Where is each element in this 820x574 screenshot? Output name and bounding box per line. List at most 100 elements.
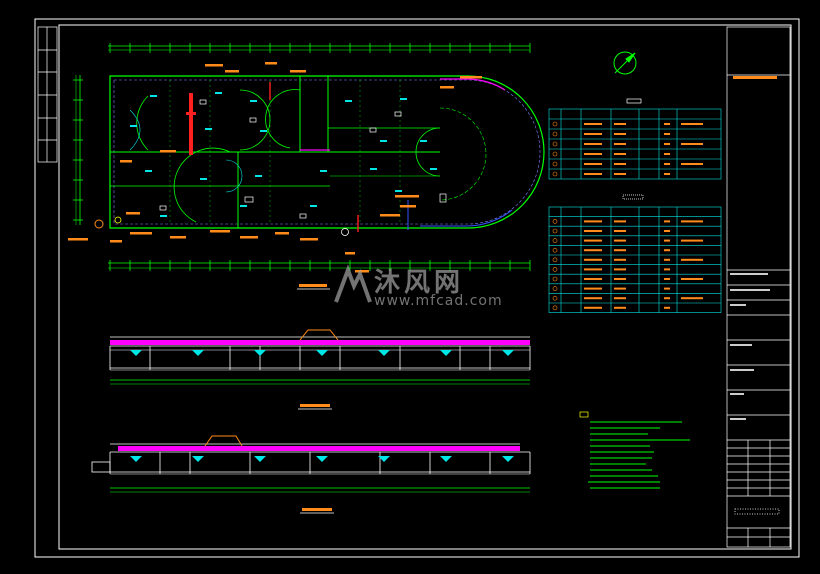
legend-cell-text [664, 239, 670, 242]
legend-cell-text [584, 133, 602, 135]
legend-cell-text [614, 268, 626, 271]
legend-cell-text [614, 258, 626, 261]
sprinkler-drop [254, 350, 266, 356]
legend-cell-text [584, 297, 602, 300]
legend-cell-text [584, 153, 602, 155]
sprinkler-mark [160, 215, 167, 217]
sprinkler-mark [205, 128, 212, 130]
sprinkler-mark [260, 130, 267, 132]
legend-cell-text [584, 278, 602, 280]
legend-cell-text [614, 133, 626, 135]
legend-symbol [552, 238, 558, 243]
legend-cell-text [681, 143, 703, 145]
legend-symbol [552, 171, 558, 177]
sprinkler-mark [130, 125, 137, 127]
legend-cell-text [584, 258, 602, 261]
plan-annotation-tag [170, 236, 186, 239]
sprinkler-drop [254, 456, 266, 462]
legend-cell-text [614, 239, 626, 242]
sprinkler-drop [130, 350, 142, 356]
plan-annotation-tag [345, 252, 355, 255]
plan-annotation-tag [265, 62, 277, 65]
legend-cell-text [664, 153, 670, 155]
sprinkler-mark [240, 205, 247, 207]
sprinkler-mark [420, 140, 427, 142]
legend-cell-text [664, 220, 670, 223]
legend-cell-text [681, 163, 703, 165]
plan-annotation-tag [110, 240, 122, 243]
legend-symbol [552, 121, 558, 127]
legend-cell-text [584, 230, 602, 232]
legend-symbol [552, 247, 558, 253]
sprinkler-mark [380, 140, 387, 142]
legend-cell-text [614, 306, 626, 309]
sprinkler-drop [192, 350, 204, 356]
legend-symbol [552, 257, 558, 263]
plan-annotation-tag [126, 212, 140, 215]
plan-annotation-tag [210, 230, 230, 233]
plan-annotation-tag [355, 270, 369, 273]
legend-cell-text [584, 268, 602, 271]
legend-cell-text [614, 123, 626, 125]
plan-annotation-tag [395, 195, 419, 198]
left-binding-strip [37, 26, 58, 163]
plan-annotation-tag [205, 64, 223, 67]
plan-annotation-tag [160, 150, 176, 153]
legend-cell-text [614, 287, 626, 290]
legend-cell-text [681, 297, 703, 300]
legend-cell-text [614, 297, 626, 300]
legend-cell-text [614, 173, 626, 175]
legend-cell-text [664, 249, 670, 252]
legend-cell-text [664, 268, 670, 271]
sprinkler-drop [440, 350, 452, 356]
legend-symbol [552, 305, 558, 311]
legend-symbol [552, 151, 558, 157]
legend-cell-text [584, 163, 602, 165]
general-notes [579, 411, 690, 489]
legend-cell-text [681, 258, 703, 261]
plan-annotation-tag [240, 236, 258, 239]
legend-cell-text [664, 173, 670, 175]
sprinkler-mark [370, 168, 377, 170]
sprinkler-mark [310, 205, 317, 207]
sprinkler-mark [430, 168, 437, 170]
legend-title-bottom [622, 194, 644, 200]
plan-annotation-tag [130, 232, 152, 235]
legend-symbol [552, 219, 558, 224]
legend-cell-text [681, 239, 703, 242]
legend-symbol [552, 161, 558, 167]
sprinkler-drop [316, 456, 328, 462]
sprinkler-drop [192, 456, 204, 462]
outer-frame [34, 18, 800, 558]
plan-annotation-tag [460, 76, 482, 79]
plan-annotation-tag [400, 205, 416, 208]
legend-symbol [552, 131, 558, 137]
legend-cell-text [584, 173, 602, 175]
legend-symbol [552, 276, 558, 282]
legend-cell-text [664, 278, 670, 280]
legend-cell-text [584, 249, 602, 252]
plan-view [68, 43, 545, 290]
legend-cell-text [664, 258, 670, 261]
sprinkler-drop [502, 350, 514, 356]
section-view-1 [109, 329, 531, 410]
legend-cell-text [614, 249, 626, 252]
legend-symbol [552, 141, 558, 147]
legend-cell-text [584, 287, 602, 290]
plan-annotation-tag [275, 232, 289, 235]
sprinkler-mark [255, 175, 262, 177]
legend-symbol [552, 267, 558, 272]
legend-table-bottom [548, 206, 722, 313]
legend-cell-text [664, 133, 670, 135]
sprinkler-mark [215, 92, 222, 94]
plan-annotation-tag [290, 70, 306, 73]
legend-cell-text [664, 297, 670, 300]
legend-cell-text [584, 143, 602, 145]
plan-annotation-tag [225, 70, 239, 73]
title-block [726, 26, 791, 548]
legend-cell-text [584, 220, 602, 223]
sprinkler-drop [440, 456, 452, 462]
sprinkler-mark [145, 170, 152, 172]
legend-table-top [548, 108, 722, 180]
plan-annotation-tag [380, 214, 400, 217]
